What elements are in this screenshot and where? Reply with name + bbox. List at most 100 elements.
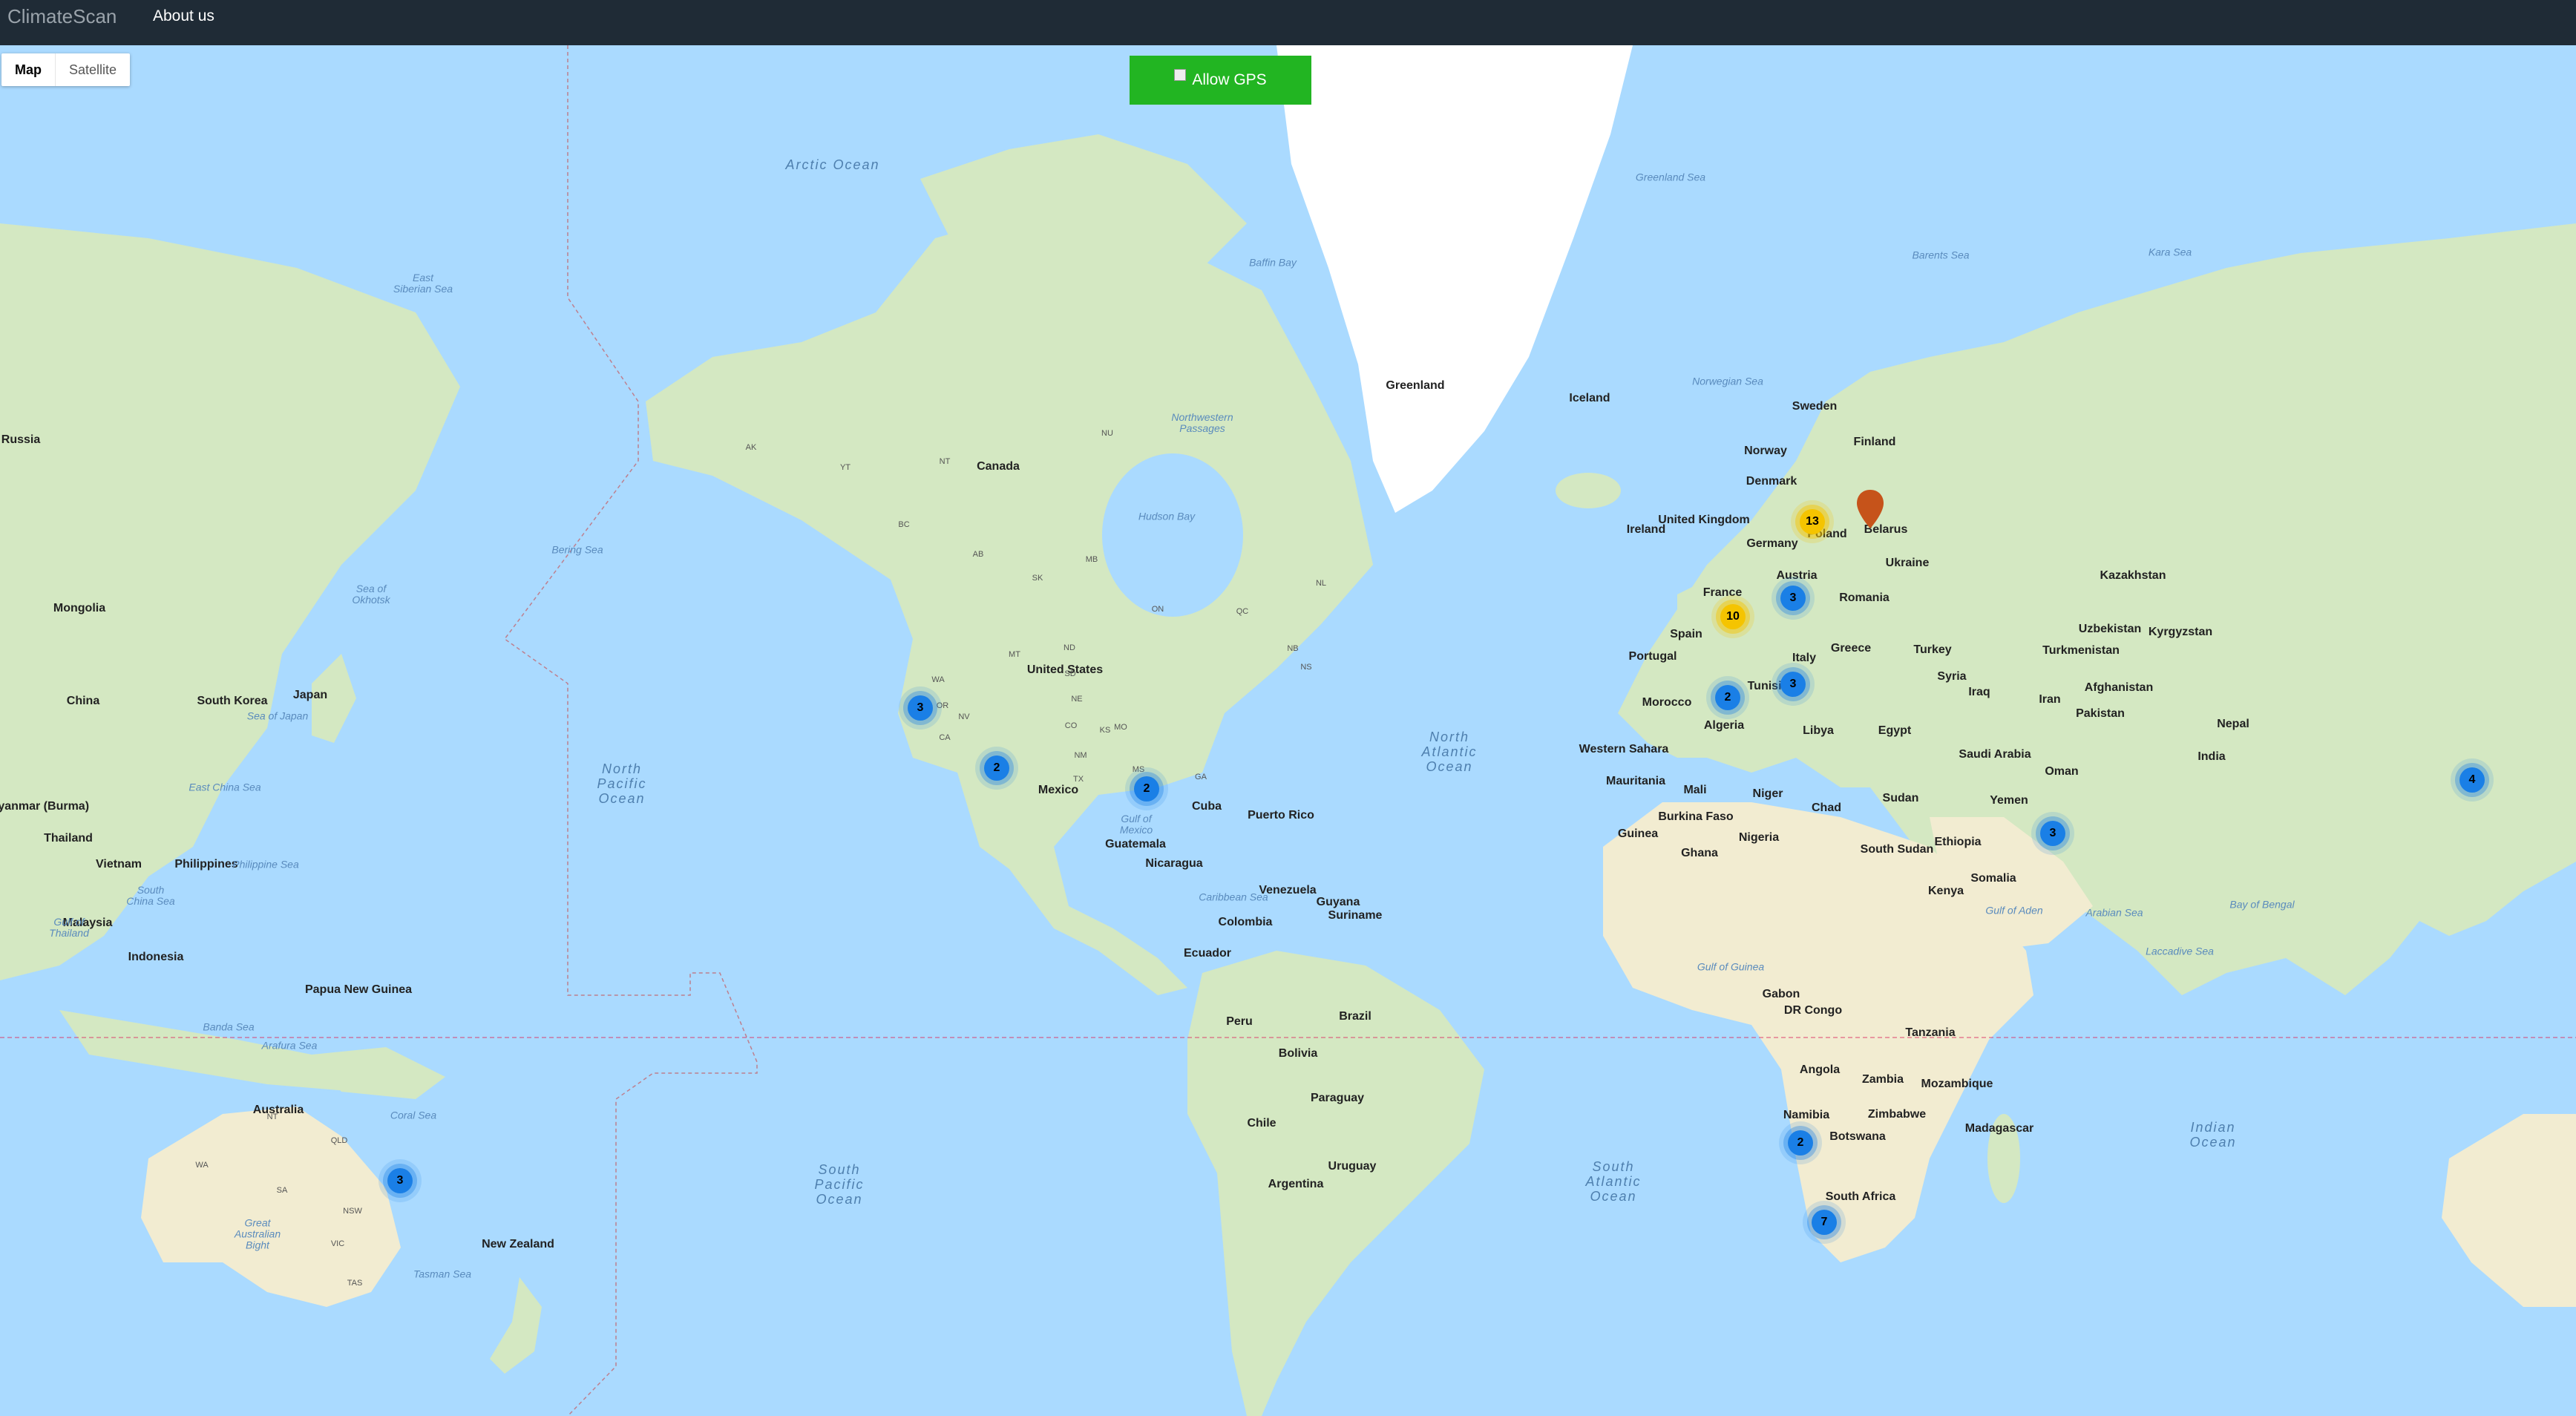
map-canvas[interactable]: Russia Mongolia China South Korea Japan Myanm…: [0, 45, 2576, 1416]
sea-label: Laccadive Sea: [2146, 945, 2214, 957]
country-label: Algeria: [1703, 719, 1745, 732]
landmass-iceland: [1556, 473, 1621, 508]
region-label: SK: [1032, 574, 1043, 583]
marker-cluster[interactable]: 7: [1812, 1210, 1837, 1235]
country-label: Morocco: [1642, 696, 1692, 709]
marker-cluster[interactable]: 3: [387, 1168, 413, 1193]
country-label: Spain: [1670, 628, 1702, 640]
country-label: Indonesia: [128, 951, 184, 963]
region-label: NU: [1101, 429, 1113, 438]
country-label: Nigeria: [1738, 831, 1780, 844]
marker-cluster[interactable]: 2: [1134, 776, 1159, 802]
date-line: [503, 45, 758, 1416]
sea-label: East Siberian Sea: [393, 272, 453, 295]
location-pin-icon[interactable]: [1854, 488, 1887, 530]
sea-label: Gulf of Mexico: [1119, 813, 1153, 836]
country-label: Austria: [1776, 569, 1818, 582]
country-label: Afghanistan: [2084, 681, 2154, 694]
navbar: ClimateScan About us: [0, 0, 2576, 45]
country-label: Ethiopia: [1934, 836, 1982, 848]
country-label: Japan: [292, 689, 328, 701]
landmass-papua: [312, 1047, 445, 1099]
region-label: SD: [1064, 669, 1076, 678]
marker-cluster[interactable]: 4: [2459, 767, 2485, 793]
country-label: China: [66, 695, 100, 707]
gps-checkbox[interactable]: [1174, 69, 1187, 82]
region-label: NS: [1300, 663, 1312, 672]
marker-cluster[interactable]: 2: [1715, 685, 1740, 710]
country-label: Bolivia: [1278, 1047, 1318, 1060]
map-type-control: Map Satellite: [1, 53, 131, 86]
country-label: Suriname: [1328, 909, 1383, 922]
region-label: MO: [1114, 723, 1127, 732]
region-label: TX: [1072, 775, 1084, 784]
marker-cluster[interactable]: 2: [984, 755, 1009, 781]
region-label: WA: [195, 1161, 209, 1170]
marker-cluster[interactable]: 13: [1800, 509, 1825, 534]
country-label: Iceland: [1569, 392, 1610, 404]
country-label: Botswana: [1829, 1130, 1886, 1143]
marker-cluster[interactable]: 2: [1788, 1130, 1813, 1156]
country-label: India: [2198, 750, 2226, 763]
country-label: Germany: [1746, 537, 1798, 550]
allow-gps-label: Allow GPS: [1192, 71, 1267, 88]
country-label: Kyrgyzstan: [2148, 626, 2213, 638]
country-label: Saudi Arabia: [1959, 748, 2031, 761]
country-label: Nicaragua: [1145, 857, 1203, 870]
marker-cluster[interactable]: 3: [1780, 672, 1806, 697]
marker-cluster[interactable]: 3: [2040, 821, 2065, 846]
region-label: CO: [1064, 721, 1078, 730]
map-type-map-button[interactable]: Map: [1, 53, 55, 86]
country-label: Myanmar (Burma): [0, 800, 90, 813]
sea-label: Gulf of Guinea: [1697, 960, 1765, 973]
country-label: Denmark: [1746, 475, 1797, 488]
sea-label: Baffin Bay: [1249, 256, 1297, 269]
region-label: NB: [1287, 644, 1299, 653]
country-label: DR Congo: [1783, 1004, 1843, 1017]
sea-label: Sea of Okhotsk: [352, 583, 390, 606]
marker-cluster[interactable]: 10: [1720, 604, 1746, 629]
allow-gps-button[interactable]: Allow GPS: [1130, 56, 1311, 105]
ocean-label: South Pacific Ocean: [814, 1162, 865, 1207]
country-label: Yemen: [1990, 794, 2028, 807]
region-label: QLD: [330, 1136, 348, 1145]
country-label: Thailand: [44, 832, 93, 845]
about-us-link[interactable]: About us: [153, 0, 214, 45]
sea-label: Bering Sea: [551, 543, 603, 556]
region-label: NT: [266, 1112, 278, 1121]
country-label: Finland: [1853, 436, 1896, 448]
country-label: Mozambique: [1921, 1078, 1993, 1090]
country-label: South Korea: [197, 695, 268, 707]
marker-cluster[interactable]: 3: [908, 695, 933, 721]
country-label: Portugal: [1628, 650, 1677, 663]
country-label: Canada: [977, 460, 1020, 473]
landmass-australia-east: [2442, 1114, 2576, 1307]
country-label: Syria: [1937, 670, 1967, 683]
country-label: Mali: [1683, 784, 1707, 796]
sea-label: Coral Sea: [390, 1109, 437, 1121]
map-type-satellite-button[interactable]: Satellite: [55, 53, 130, 86]
sea-label: Banda Sea: [203, 1020, 255, 1033]
country-label: Zambia: [1861, 1073, 1904, 1086]
country-label: France: [1702, 586, 1743, 599]
sea-label: Greenland Sea: [1635, 171, 1706, 183]
country-label: Mongolia: [53, 602, 106, 614]
marker-cluster[interactable]: 3: [1780, 586, 1806, 611]
region-label: NE: [1071, 695, 1083, 704]
region-label: MS: [1132, 765, 1145, 774]
country-label: Libya: [1803, 724, 1834, 737]
brand-logo[interactable]: ClimateScan: [7, 0, 117, 45]
region-label: CA: [939, 733, 951, 742]
region-label: SA: [276, 1186, 288, 1195]
sea-label: Barents Sea: [1912, 249, 1970, 261]
sea-label: Great Australian Bight: [234, 1216, 281, 1251]
country-label: Philippines: [174, 858, 238, 871]
ocean-label: North Atlantic Ocean: [1421, 730, 1478, 774]
country-label: Tanzania: [1905, 1026, 1956, 1039]
country-label: Oman: [2045, 765, 2079, 778]
region-label: TAS: [347, 1279, 363, 1288]
sea-label: South China Sea: [126, 884, 175, 907]
country-label: Madagascar: [1964, 1122, 2034, 1135]
region-label: MT: [1009, 650, 1020, 659]
country-label: Ukraine: [1885, 557, 1930, 569]
